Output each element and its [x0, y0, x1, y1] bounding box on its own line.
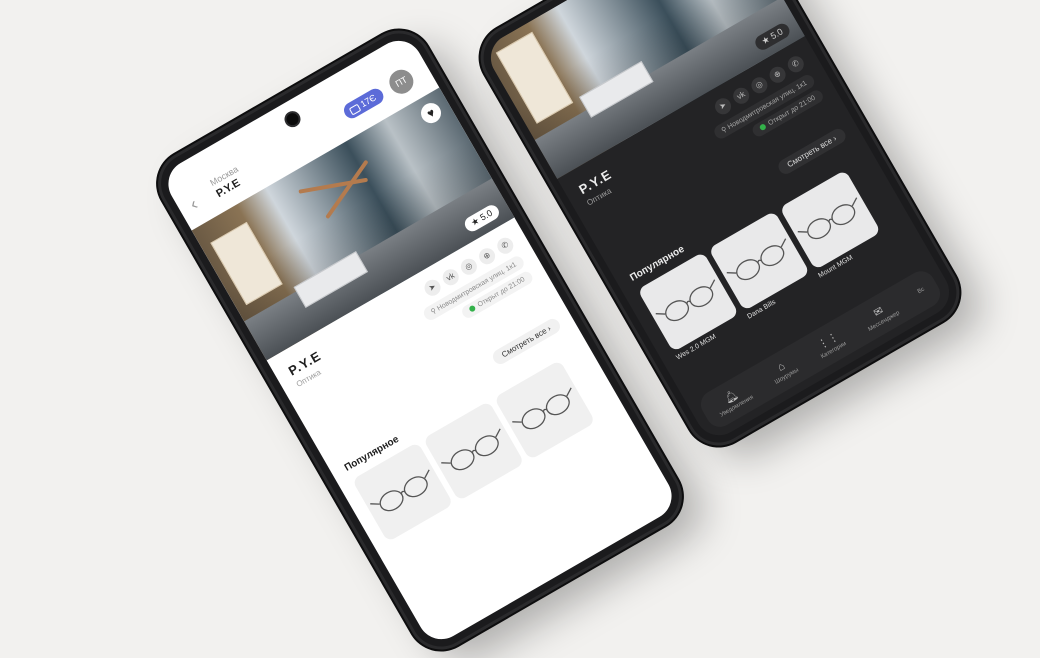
see-all-label: Смотреть все — [500, 326, 549, 360]
tab-partial[interactable]: Вс — [917, 287, 926, 296]
open-dot-icon — [758, 123, 767, 132]
open-dot-icon — [468, 304, 477, 313]
points-value: 17Є — [358, 92, 378, 110]
globe-icon[interactable]: ⊕ — [476, 245, 499, 268]
globe-icon[interactable]: ⊕ — [766, 63, 789, 86]
vk-icon[interactable]: vk — [730, 84, 753, 107]
tab-showrooms[interactable]: ⌂ Шоурумы — [767, 355, 800, 386]
tab-messenger[interactable]: ✉ Мессенджер — [860, 297, 901, 332]
lamp-decor — [325, 159, 369, 220]
instagram-icon[interactable]: ◎ — [748, 74, 771, 97]
tab-notifications[interactable]: 🔔︎ Уведомления — [711, 381, 754, 418]
tab-label: Вс — [916, 286, 926, 296]
phone-icon[interactable]: ✆ — [494, 234, 517, 257]
instagram-icon[interactable]: ◎ — [457, 255, 480, 278]
points-badge[interactable]: 17Є — [340, 85, 387, 122]
shelf-decor — [495, 31, 574, 124]
telegram-icon[interactable]: ➤ — [421, 276, 444, 299]
tab-categories[interactable]: ⋮⋮ Категории — [812, 328, 848, 360]
shelf-decor — [210, 221, 283, 306]
telegram-icon[interactable]: ➤ — [712, 95, 734, 118]
wallet-icon — [348, 103, 361, 116]
lamp-decor — [298, 177, 369, 194]
phone-icon[interactable]: ✆ — [784, 53, 807, 76]
vk-icon[interactable]: vk — [439, 266, 462, 289]
avatar[interactable]: ПТ — [384, 65, 418, 99]
favorite-heart-icon[interactable]: ♥ — [417, 99, 445, 127]
back-icon[interactable]: ‹ — [186, 194, 202, 215]
